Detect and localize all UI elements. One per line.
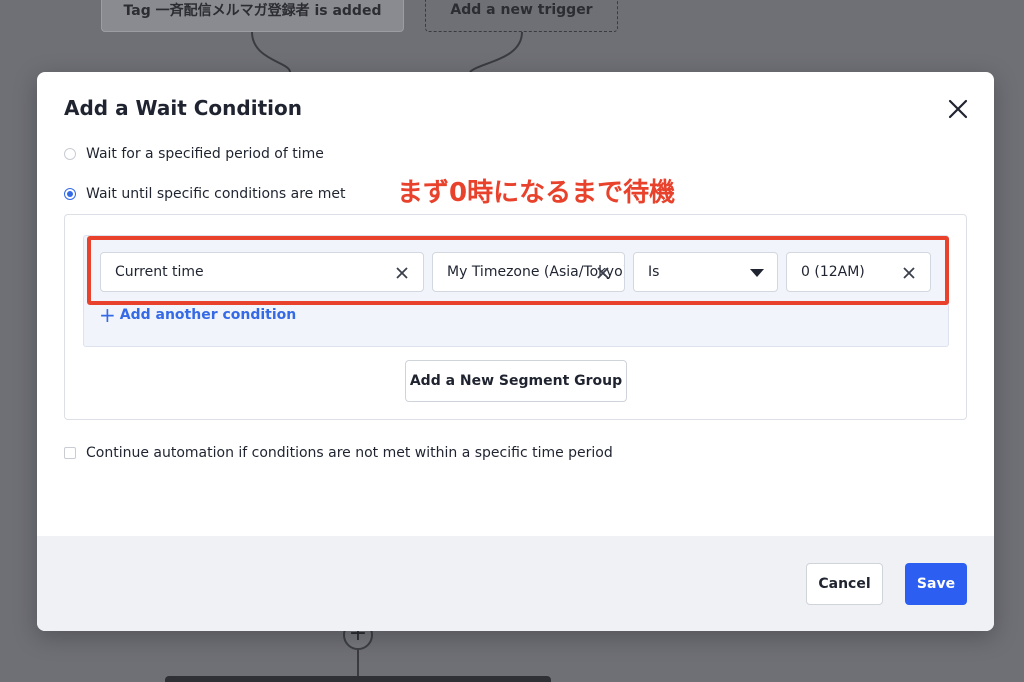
option-wait-conditions-label: Wait until specific conditions are met (86, 186, 346, 202)
clear-icon[interactable] (902, 266, 916, 280)
continue-automation-option[interactable]: Continue automation if conditions are no… (64, 445, 613, 461)
option-wait-period-label: Wait for a specified period of time (86, 146, 324, 162)
cancel-label: Cancel (818, 576, 871, 592)
wait-condition-modal: Add a Wait Condition Wait for a specifie… (37, 72, 994, 631)
clear-icon[interactable] (596, 266, 610, 280)
add-segment-group-button[interactable]: Add a New Segment Group (405, 360, 627, 402)
add-condition-label: Add another condition (119, 307, 297, 323)
operator-select[interactable]: Is (633, 252, 778, 292)
timezone-select[interactable]: My Timezone (Asia/Tokyo) (432, 252, 625, 292)
condition-field-value: Current time (115, 264, 204, 280)
radio-wait-conditions[interactable] (64, 188, 76, 200)
clear-icon[interactable] (395, 266, 409, 280)
add-condition-link[interactable]: + Add another condition (99, 303, 297, 327)
condition-field-select[interactable]: Current time (100, 252, 424, 292)
close-button[interactable] (945, 96, 971, 122)
plus-icon: + (99, 303, 116, 327)
save-button[interactable]: Save (905, 563, 967, 605)
continue-automation-label: Continue automation if conditions are no… (86, 445, 613, 461)
save-label: Save (916, 576, 956, 592)
modal-title: Add a Wait Condition (64, 96, 302, 120)
radio-wait-period[interactable] (64, 148, 76, 160)
add-segment-group-label: Add a New Segment Group (409, 373, 623, 389)
cancel-button[interactable]: Cancel (806, 563, 883, 605)
option-wait-conditions[interactable]: Wait until specific conditions are met (64, 186, 345, 202)
modal-footer: Cancel Save (37, 536, 994, 631)
continue-automation-checkbox[interactable] (64, 447, 76, 459)
next-step-node (165, 676, 551, 682)
annotation-text: まず0時になるまで待機 (397, 178, 676, 208)
close-icon (948, 99, 968, 119)
option-wait-period[interactable]: Wait for a specified period of time (64, 146, 324, 162)
chevron-down-icon (750, 269, 764, 277)
value-select[interactable]: 0 (12AM) (786, 252, 931, 292)
